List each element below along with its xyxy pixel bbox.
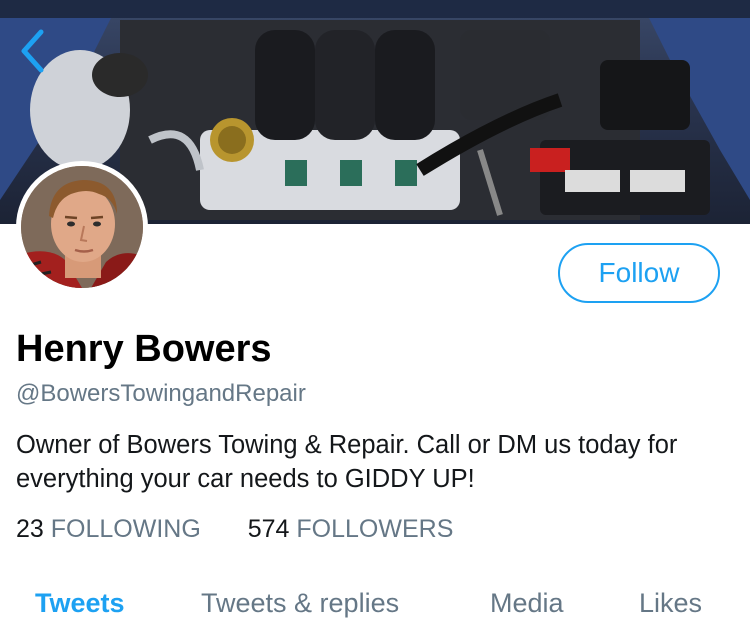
profile-bio: Owner of Bowers Towing & Repair. Call or… (16, 431, 678, 493)
following-label: FOLLOWING (50, 515, 201, 543)
tab-tweets[interactable]: Tweets (35, 588, 125, 619)
follow-button[interactable]: Follow (558, 243, 720, 303)
profile-handle: @BowersTowingandRepair (16, 380, 306, 407)
tab-likes[interactable]: Likes (639, 588, 702, 619)
tab-media[interactable]: Media (490, 588, 564, 619)
chevron-left-icon (21, 29, 44, 73)
avatar[interactable] (16, 161, 148, 293)
profile-tabs: Tweets Tweets & replies Media Likes (0, 588, 750, 628)
following-count: 23 (16, 515, 44, 543)
followers-stat[interactable]: 574 FOLLOWERS (248, 515, 454, 544)
followers-count: 574 (247, 515, 290, 543)
man-portrait-icon (21, 166, 143, 288)
followers-label: FOLLOWERS (296, 515, 454, 543)
profile-name: Henry Bowers (16, 328, 272, 370)
following-stat[interactable]: 23 FOLLOWING (16, 515, 201, 544)
avatar-image (21, 166, 143, 288)
back-button[interactable] (14, 28, 50, 74)
profile-stats: 23 FOLLOWING 574 FOLLOWERS (16, 515, 493, 544)
tab-tweets-and-replies[interactable]: Tweets & replies (201, 588, 399, 619)
